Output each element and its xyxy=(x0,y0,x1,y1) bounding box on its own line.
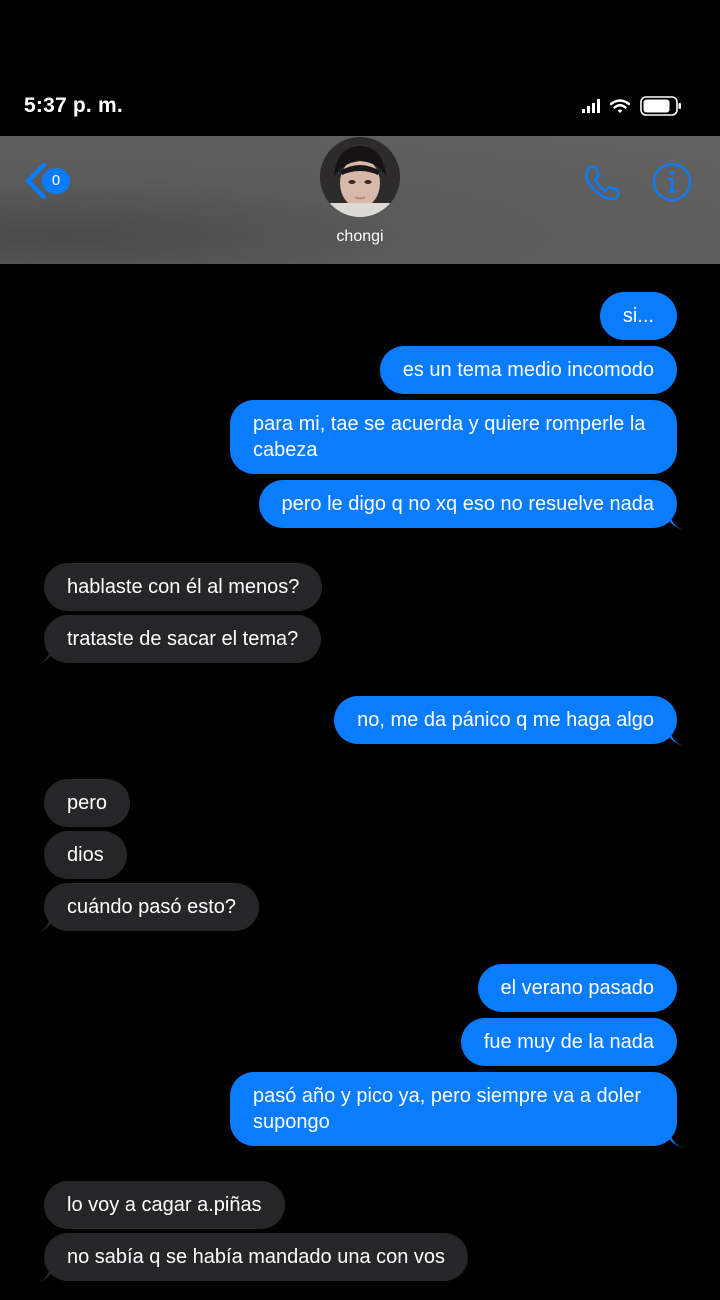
message-sent[interactable]: fue muy de la nada xyxy=(460,1018,677,1066)
message-received[interactable]: trataste de sacar el tema? xyxy=(44,615,322,663)
bubble-tail xyxy=(36,645,56,665)
bubble-tail xyxy=(36,1263,56,1283)
message-received[interactable]: dios xyxy=(44,831,127,879)
message-sent[interactable]: pasó año y pico ya, pero siempre va a do… xyxy=(230,1072,677,1146)
status-icons xyxy=(582,96,682,116)
message-received[interactable]: lo voy a cagar a.piñas xyxy=(44,1181,285,1229)
message-sent[interactable]: si... xyxy=(599,292,677,340)
status-bar: 5:37 p. m. xyxy=(0,0,720,136)
battery-icon xyxy=(640,96,681,116)
call-button[interactable] xyxy=(582,163,622,208)
message-thread[interactable]: si... es un tema medio incomodo para mi,… xyxy=(0,264,720,1300)
message-received[interactable]: hablaste con él al menos? xyxy=(44,563,323,611)
info-button[interactable] xyxy=(652,162,692,207)
bubble-tail xyxy=(664,1128,684,1148)
message-sent[interactable]: pero le digo q no xq eso no resuelve nad… xyxy=(258,480,677,528)
bubble-tail xyxy=(664,726,684,746)
message-received[interactable]: pero xyxy=(44,779,131,827)
conversation-header: 0 chongi xyxy=(0,136,720,264)
message-received[interactable]: no sabía q se había mandado una con vos xyxy=(44,1233,469,1281)
back-button[interactable]: 0 xyxy=(22,162,70,200)
wifi-icon xyxy=(610,98,630,113)
message-received[interactable]: cuándo pasó esto? xyxy=(44,883,260,931)
bubble-tail xyxy=(36,913,56,933)
message-sent[interactable]: para mi, tae se acuerda y quiere romperl… xyxy=(230,400,677,474)
bubble-tail xyxy=(664,510,684,530)
message-sent[interactable]: el verano pasado xyxy=(477,964,677,1012)
signal-icon xyxy=(582,99,600,113)
unread-badge: 0 xyxy=(42,168,70,194)
message-sent[interactable]: es un tema medio incomodo xyxy=(379,346,677,394)
avatar[interactable] xyxy=(320,137,400,217)
status-time: 5:37 p. m. xyxy=(24,94,123,117)
info-icon xyxy=(652,162,692,202)
avatar-photo xyxy=(320,137,400,217)
contact-name[interactable]: chongi xyxy=(0,228,720,246)
message-sent[interactable]: no, me da pánico q me haga algo xyxy=(334,696,677,744)
phone-icon xyxy=(585,165,620,201)
